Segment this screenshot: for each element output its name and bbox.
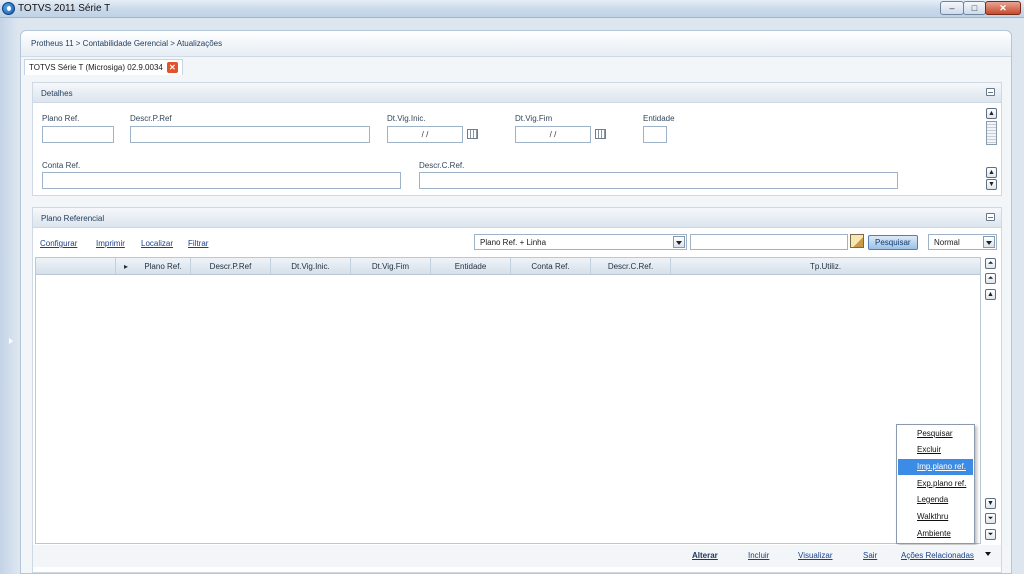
descr-c-ref-label: Descr.C.Ref. [419, 161, 465, 170]
scroll-down-button[interactable]: ▼ [985, 498, 996, 509]
close-tab-icon[interactable]: ✕ [166, 62, 178, 73]
conta-ref-label: Conta Ref. [42, 161, 81, 170]
scroll-page-down-button[interactable]: ⏷ [985, 513, 996, 524]
scroll-down-button[interactable]: ▼ [986, 179, 997, 190]
menu-item-ambiente[interactable]: Ambiente [898, 526, 973, 542]
dt-vig-inic-label: Dt.Vig.Inic. [387, 114, 426, 123]
configurar-link[interactable]: Configurar [40, 239, 77, 248]
row-marker-icon: ▸ [123, 262, 128, 271]
bottom-action-bar [33, 545, 1001, 567]
visualizar-button[interactable]: Visualizar [798, 551, 833, 560]
mode-select[interactable]: Normal [928, 234, 997, 250]
scroll-bottom-button[interactable]: ⏷ [985, 529, 996, 540]
acoes-relacionadas-menu: Pesquisar Excluir Imp.plano ref. Exp.pla… [896, 424, 975, 544]
sair-button[interactable]: Sair [863, 551, 877, 560]
chevron-down-icon [983, 236, 995, 248]
conta-ref-input[interactable] [42, 172, 401, 189]
column-header-tp-utiliz[interactable]: Tp.Utiliz. [671, 258, 980, 274]
scroll-up-button[interactable]: ▲ [985, 289, 996, 300]
plano-ref-label: Plano Ref. [42, 114, 80, 123]
maximize-button[interactable]: □ [963, 1, 986, 15]
column-header-descr-c-ref[interactable]: Descr.C.Ref. [591, 258, 671, 274]
menu-item-excluir[interactable]: Excluir [898, 442, 973, 458]
descr-p-ref-input[interactable] [130, 126, 370, 143]
breadcrumb: Protheus 11 > Contabilidade Gerencial > … [31, 39, 223, 48]
mode-select-value: Normal [934, 238, 960, 247]
detalhes-panel: Detalhes Plano Ref. Descr.P.Ref Dt.Vig.I… [32, 82, 1002, 196]
close-window-button[interactable]: ✕ [985, 1, 1021, 15]
scroll-page-up-button[interactable]: ⏶ [985, 273, 996, 284]
entidade-label: Entidade [643, 114, 675, 123]
minimize-button[interactable]: – [940, 1, 964, 15]
column-header-descr-p-ref[interactable]: Descr.P.Ref [191, 258, 271, 274]
menu-item-pesquisar[interactable]: Pesquisar [898, 426, 973, 442]
dt-vig-inic-input[interactable] [387, 126, 463, 143]
collapse-detalhes-icon[interactable] [986, 88, 995, 96]
column-header-dt-vig-fim[interactable]: Dt.Vig.Fim [351, 258, 431, 274]
column-header-entidade[interactable]: Entidade [431, 258, 511, 274]
scroll-thumb[interactable] [986, 121, 997, 145]
index-select-value: Plano Ref. + Linha [480, 238, 547, 247]
menu-item-imp-plano-ref[interactable]: Imp.plano ref. [898, 459, 973, 475]
edit-note-icon[interactable] [850, 234, 864, 248]
scroll-up-button[interactable]: ▲ [986, 108, 997, 119]
menu-item-legenda[interactable]: Legenda [898, 492, 973, 508]
dt-vig-fim-label: Dt.Vig.Fim [515, 114, 553, 123]
plano-ref-input[interactable] [42, 126, 114, 143]
plano-title: Plano Referencial [41, 214, 105, 223]
filtrar-link[interactable]: Filtrar [188, 239, 208, 248]
incluir-button[interactable]: Incluir [748, 551, 769, 560]
detalhes-header: Detalhes [33, 83, 1001, 103]
descr-c-ref-input[interactable] [419, 172, 898, 189]
acoes-relacionadas-button[interactable]: Ações Relacionadas [901, 551, 974, 560]
app-logo-icon [2, 2, 15, 15]
chevron-down-icon[interactable] [985, 552, 991, 556]
window-titlebar: TOTVS 2011 Série T – □ ✕ [0, 0, 1024, 18]
localizar-link[interactable]: Localizar [141, 239, 173, 248]
calendar-icon[interactable] [467, 129, 478, 139]
tab-routine[interactable]: TOTVS Série T (Microsiga) 02.9.0034 ✕ [24, 59, 183, 75]
expand-arrow-icon [9, 338, 13, 344]
imprimir-link[interactable]: Imprimir [96, 239, 125, 248]
column-header-dt-vig-inic[interactable]: Dt.Vig.Inic. [271, 258, 351, 274]
plano-header: Plano Referencial [33, 208, 1001, 228]
tab-label: TOTVS Série T (Microsiga) 02.9.0034 [29, 63, 163, 72]
descr-p-ref-label: Descr.P.Ref [130, 114, 172, 123]
calendar-icon[interactable] [595, 129, 606, 139]
side-collapse-strip[interactable] [0, 18, 18, 574]
plano-grid[interactable]: ▸ Plano Ref. Descr.P.Ref Dt.Vig.Inic. Dt… [35, 257, 981, 544]
alterar-button[interactable]: Alterar [692, 551, 718, 560]
dt-vig-fim-input[interactable] [515, 126, 591, 143]
scroll-up-button[interactable]: ▲ [986, 167, 997, 178]
column-header-conta-ref[interactable]: Conta Ref. [511, 258, 591, 274]
pesquisar-button[interactable]: Pesquisar [868, 235, 918, 250]
detalhes-title: Detalhes [41, 89, 73, 98]
column-header-plano-ref[interactable]: Plano Ref. [136, 258, 191, 274]
breadcrumb-bar: Protheus 11 > Contabilidade Gerencial > … [21, 31, 1011, 57]
search-input[interactable] [690, 234, 848, 250]
menu-item-exp-plano-ref[interactable]: Exp.plano ref. [898, 476, 973, 492]
entidade-input[interactable] [643, 126, 667, 143]
column-header-blank [36, 258, 116, 274]
scroll-top-button[interactable]: ⏶ [985, 258, 996, 269]
index-select[interactable]: Plano Ref. + Linha [474, 234, 687, 250]
grid-header: ▸ Plano Ref. Descr.P.Ref Dt.Vig.Inic. Dt… [36, 258, 980, 275]
chevron-down-icon [673, 236, 685, 248]
menu-item-walkthru[interactable]: Walkthru [898, 509, 973, 525]
window-title: TOTVS 2011 Série T [18, 3, 111, 14]
collapse-plano-icon[interactable] [986, 213, 995, 221]
